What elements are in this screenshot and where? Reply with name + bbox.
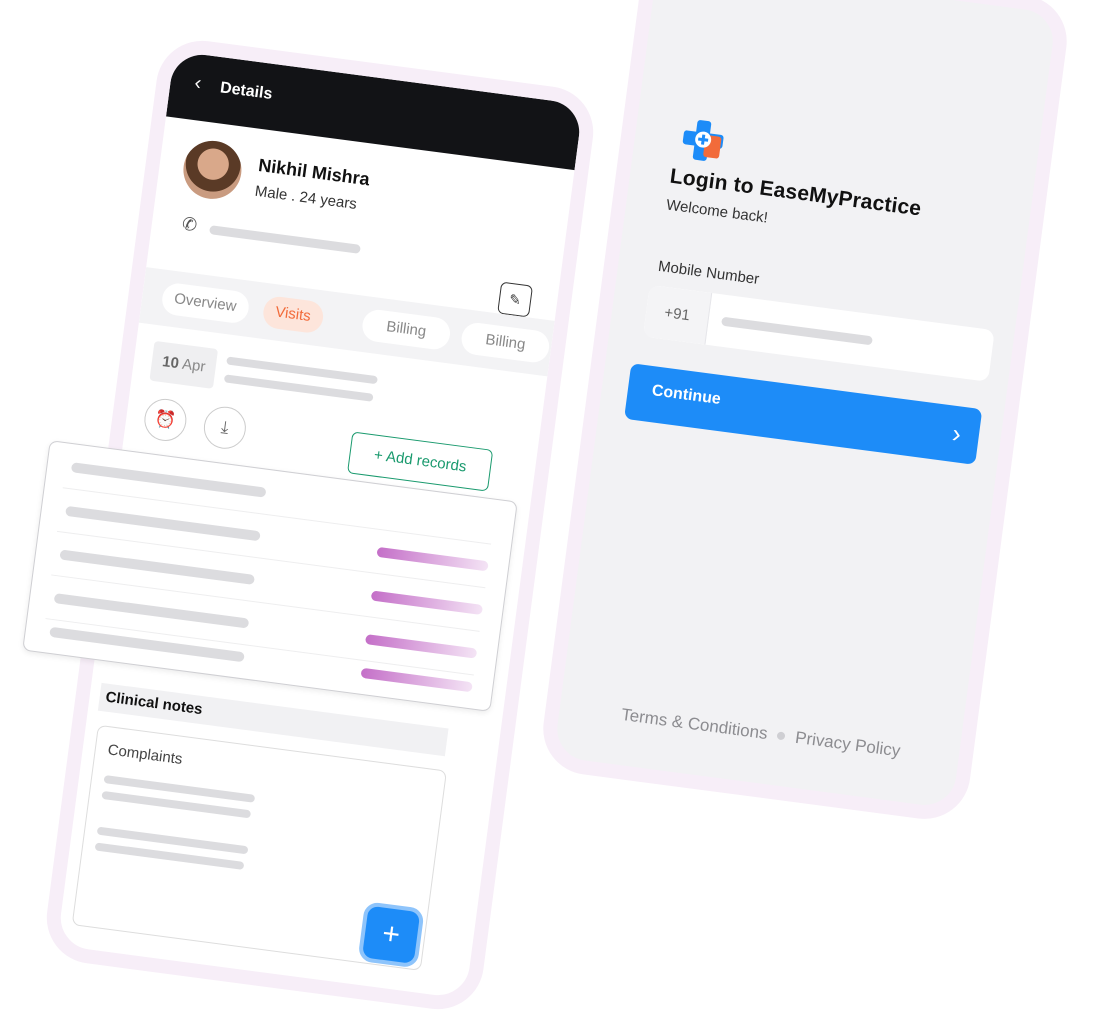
alarm-button[interactable]: ⏰	[141, 396, 189, 444]
terms-link[interactable]: Terms & Conditions	[620, 705, 769, 743]
medical-cross-logo-icon	[682, 120, 724, 161]
details-title: Details	[219, 79, 274, 104]
vital-label-placeholder	[49, 626, 245, 663]
continue-button[interactable]: Continue ›	[624, 363, 983, 465]
avatar	[179, 137, 245, 203]
chevron-right-icon: ›	[950, 417, 963, 449]
phone-number-placeholder	[209, 225, 361, 254]
login-subtitle: Welcome back!	[665, 196, 769, 227]
plus-icon: +	[380, 916, 403, 952]
pencil-icon: ✎	[508, 290, 522, 309]
chevron-left-icon[interactable]: ‹	[193, 72, 202, 96]
vital-value-bar	[376, 546, 489, 572]
alarm-clock-icon: ⏰	[153, 408, 178, 431]
tab-billing-2[interactable]: Billing	[459, 321, 552, 365]
edit-button[interactable]: ✎	[497, 281, 534, 318]
patient-meta: Male . 24 years	[253, 182, 358, 213]
country-code[interactable]: +91	[642, 284, 713, 345]
complaints-label: Complaints	[106, 741, 184, 768]
mobile-number-field[interactable]: +91	[642, 284, 995, 382]
add-fab-button[interactable]: +	[357, 901, 425, 969]
download-icon: ⤓	[219, 417, 230, 438]
mobile-number-label: Mobile Number	[657, 257, 761, 289]
vital-value-bar	[360, 667, 473, 693]
footer-separator-dot	[776, 730, 786, 740]
tab-visits[interactable]: Visits	[261, 294, 325, 335]
phone-icon[interactable]: ✆	[181, 214, 199, 237]
login-phone-screen: Login to EaseMyPractice Welcome back! Mo…	[537, 0, 1073, 825]
continue-label: Continue	[650, 382, 722, 409]
download-button[interactable]: ⤓	[201, 404, 249, 452]
visit-date-day: 10	[161, 353, 180, 373]
plus-icon: +	[372, 446, 384, 465]
add-records-label: Add records	[385, 448, 468, 476]
visit-date-month: Apr	[181, 355, 207, 376]
visit-date: 10 Apr	[149, 340, 219, 389]
tab-billing[interactable]: Billing	[360, 307, 452, 352]
login-footer: Terms & Conditions Privacy Policy	[620, 705, 901, 762]
mobile-number-input[interactable]	[721, 316, 873, 346]
privacy-link[interactable]: Privacy Policy	[794, 728, 901, 761]
tab-overview[interactable]: Overview	[160, 281, 251, 325]
vital-value-bar	[370, 590, 484, 615]
